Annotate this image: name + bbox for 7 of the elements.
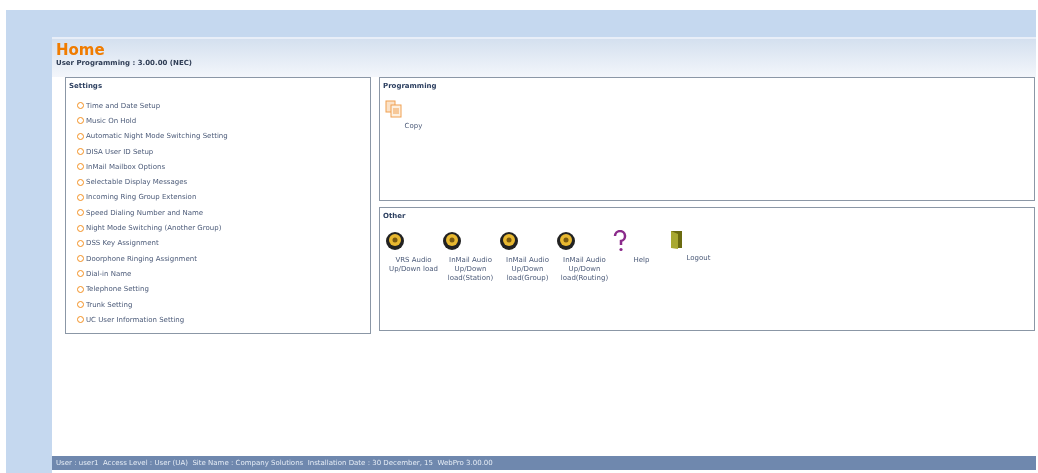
door-icon[interactable] (670, 230, 684, 250)
page-title: Home (56, 42, 106, 59)
speaker-icon[interactable] (499, 230, 521, 252)
speaker-icon[interactable] (442, 230, 464, 252)
speaker-icon[interactable] (556, 230, 578, 252)
speaker-icon[interactable] (385, 230, 407, 252)
help-icon[interactable] (613, 230, 627, 252)
